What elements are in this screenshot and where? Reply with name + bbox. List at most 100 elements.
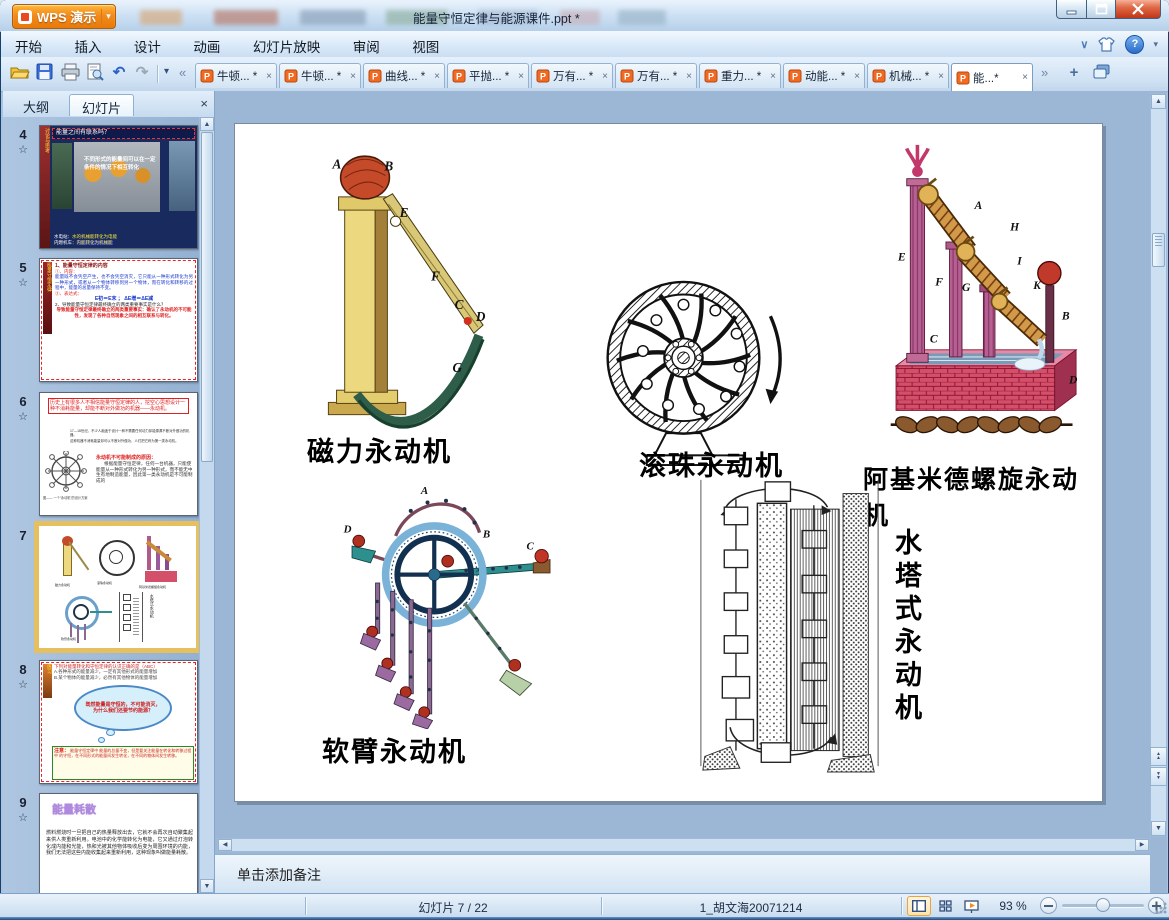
svg-text:A: A	[420, 485, 428, 497]
skin-shirt-icon[interactable]	[1097, 36, 1116, 53]
tab-close-icon[interactable]: ×	[602, 71, 608, 82]
vertical-scrollbar[interactable]: ▲ ▼	[1150, 93, 1167, 837]
caption-water-tower[interactable]: 水塔式永动机	[887, 528, 926, 748]
help-icon[interactable]: ?	[1125, 35, 1145, 54]
menu-review[interactable]: 审阅	[339, 31, 394, 57]
scroll-left-icon[interactable]: ◀	[218, 839, 232, 851]
panel-close-icon[interactable]: ×	[200, 96, 208, 111]
caption-archimedes[interactable]: 阿基米德螺旋永动机	[863, 460, 1102, 532]
svg-text:C: C	[930, 333, 938, 346]
tab-close-icon[interactable]: ×	[938, 71, 944, 82]
next-slide-button[interactable]: ▼ ▼	[1150, 767, 1167, 786]
menu-slideshow[interactable]: 幻灯片放映	[239, 31, 335, 57]
help-dropdown-icon[interactable]: ▾	[1153, 39, 1158, 50]
doc-tab[interactable]: P 机械... * ×	[867, 63, 949, 88]
tab-close-icon[interactable]: ×	[434, 71, 440, 82]
slide-thumbnail-7-current[interactable]: 磁力永动机 滚珠永动机 阿基米德螺旋永动机 软臂永动机 水塔式永动机	[34, 521, 201, 653]
scroll-down-icon[interactable]: ▼	[200, 879, 214, 893]
figure-softarm-machine[interactable]: A B C D	[320, 484, 572, 730]
figure-ball-wheel-machine[interactable]	[595, 266, 800, 466]
wps-app-button[interactable]: WPS 演示 ▾	[12, 4, 116, 29]
figure-water-tower-machine[interactable]	[697, 476, 882, 774]
window-controls	[1056, 0, 1161, 19]
toolbar-options-icon[interactable]: ▾	[164, 66, 169, 77]
zoom-slider-handle[interactable]	[1096, 898, 1110, 912]
slide-thumbnail-6[interactable]: 历史上有很多人不相信能量守恒定律的人，挖空心思想设计一种不消耗能量，却能不断对外…	[39, 392, 198, 516]
app-button-dropdown-icon[interactable]: ▾	[101, 9, 111, 24]
tab-close-icon[interactable]: ×	[1022, 72, 1028, 83]
caption-softarm[interactable]: 软臂永动机	[322, 730, 467, 769]
tab-outline[interactable]: 大纲	[11, 94, 61, 116]
doc-tab[interactable]: P 平抛... * ×	[447, 63, 529, 88]
slide-canvas[interactable]: A B E F C D G 磁力永动机 滚珠永动机 A H E F G I K …	[215, 91, 1150, 837]
tab-close-icon[interactable]: ×	[266, 71, 272, 82]
scroll-up-icon[interactable]: ▲	[200, 117, 214, 131]
svg-text:F: F	[934, 276, 943, 289]
panel-tabs: 大纲 幻灯片 ×	[3, 91, 214, 118]
scrollbar-thumb[interactable]	[1152, 233, 1165, 267]
caption-magnet[interactable]: 磁力永动机	[307, 430, 452, 469]
menu-start[interactable]: 开始	[1, 31, 56, 57]
resize-grip[interactable]	[1155, 902, 1167, 914]
wps-presentation-window: WPS 演示 ▾ 能量守恒定律与能源课件.ppt * 开始 插入 设计 动画 幻…	[0, 0, 1169, 920]
tab-scroll-left-icon[interactable]: «	[179, 65, 186, 80]
open-button[interactable]	[9, 63, 31, 85]
tab-close-icon[interactable]: ×	[686, 71, 692, 82]
slide-thumbnail-4[interactable]: 讨论与思考 能量之间有联系吗？ 不同形式的能量间可以在一定 条件的情况下相互转化 …	[39, 125, 198, 249]
svg-text:P: P	[456, 72, 462, 82]
close-button[interactable]	[1116, 0, 1161, 19]
save-button[interactable]	[34, 63, 56, 85]
thumbnail-scrollbar[interactable]: ▲ ▼	[199, 117, 214, 893]
normal-view-button[interactable]	[907, 896, 931, 916]
doc-tab[interactable]: P 万有... * ×	[531, 63, 613, 88]
maximize-button[interactable]	[1087, 0, 1116, 19]
print-preview-button[interactable]	[84, 63, 106, 85]
scroll-right-icon[interactable]: ▶	[1135, 839, 1149, 851]
menu-insert[interactable]: 插入	[60, 31, 115, 57]
redo-button[interactable]: ↷	[131, 63, 153, 85]
svg-text:P: P	[624, 72, 630, 82]
scroll-up-icon[interactable]: ▲	[1151, 94, 1166, 109]
switch-windows-button[interactable]	[1091, 63, 1113, 85]
slide-sorter-button[interactable]	[933, 896, 957, 916]
tab-close-icon[interactable]: ×	[854, 71, 860, 82]
svg-text:P: P	[540, 72, 546, 82]
slide-thumbnail-9[interactable]: 能量耗散 燃料燃烧时一旦把自己的热量释放出去，它就不会再次自动聚集起来供人类重新…	[39, 793, 198, 893]
ppt-file-icon: P	[620, 69, 634, 83]
horizontal-scrollbar[interactable]: ◀ ▶	[217, 838, 1150, 852]
tab-slides[interactable]: 幻灯片	[69, 94, 135, 116]
doc-tab[interactable]: P 万有... * ×	[615, 63, 697, 88]
slide-thumbnail-8[interactable]: 练习 下列对能量转化和守恒定律的认识正确的是（ABC） A.各种形式的能量减少，…	[39, 660, 198, 784]
notes-area[interactable]: 单击添加备注	[215, 854, 1150, 894]
tab-close-icon[interactable]: ×	[350, 71, 356, 82]
current-slide[interactable]: A B E F C D G 磁力永动机 滚珠永动机 A H E F G I K …	[234, 123, 1103, 802]
svg-text:P: P	[288, 72, 294, 82]
new-document-button[interactable]: +	[1063, 64, 1085, 86]
doc-tab[interactable]: P 牛顿... * ×	[279, 63, 361, 88]
undo-button[interactable]: ↶	[108, 63, 130, 85]
scrollbar-thumb[interactable]	[201, 132, 213, 462]
doc-tab[interactable]: P 牛顿... * ×	[195, 63, 277, 88]
scroll-down-icon[interactable]: ▼	[1151, 821, 1166, 836]
zoom-out-button[interactable]	[1040, 897, 1057, 914]
tab-scroll-right-icon[interactable]: »	[1041, 65, 1048, 80]
menu-design[interactable]: 设计	[120, 31, 175, 57]
figure-archimedes-machine[interactable]: A H E F G I K B C D	[880, 136, 1085, 454]
menu-animation[interactable]: 动画	[179, 31, 234, 57]
doc-tab[interactable]: P 动能... * ×	[783, 63, 865, 88]
tab-close-icon[interactable]: ×	[518, 71, 524, 82]
slide-indicator: 幻灯片 7 / 22	[418, 901, 488, 915]
collapse-ribbon-icon[interactable]: ∨	[1080, 38, 1088, 51]
slide-thumbnail-5[interactable]: 能量守恒定律 1、能量守恒定律的内容 ①、内容： 能量既不会凭空产生，也不会凭空…	[39, 258, 198, 382]
figure-magnet-machine[interactable]: A B E F C D G	[285, 146, 500, 436]
doc-tab[interactable]: P 曲线... * ×	[363, 63, 445, 88]
slideshow-button[interactable]	[959, 896, 983, 916]
minimize-button[interactable]	[1056, 0, 1087, 19]
doc-tab[interactable]: P 重力... * ×	[699, 63, 781, 88]
slide-number: 9	[19, 795, 27, 810]
print-button[interactable]	[59, 63, 81, 85]
menu-view[interactable]: 视图	[398, 31, 453, 57]
previous-slide-button[interactable]: ▲ ▲	[1150, 747, 1167, 766]
doc-tab-active[interactable]: P 能...* ×	[951, 63, 1033, 91]
tab-close-icon[interactable]: ×	[770, 71, 776, 82]
